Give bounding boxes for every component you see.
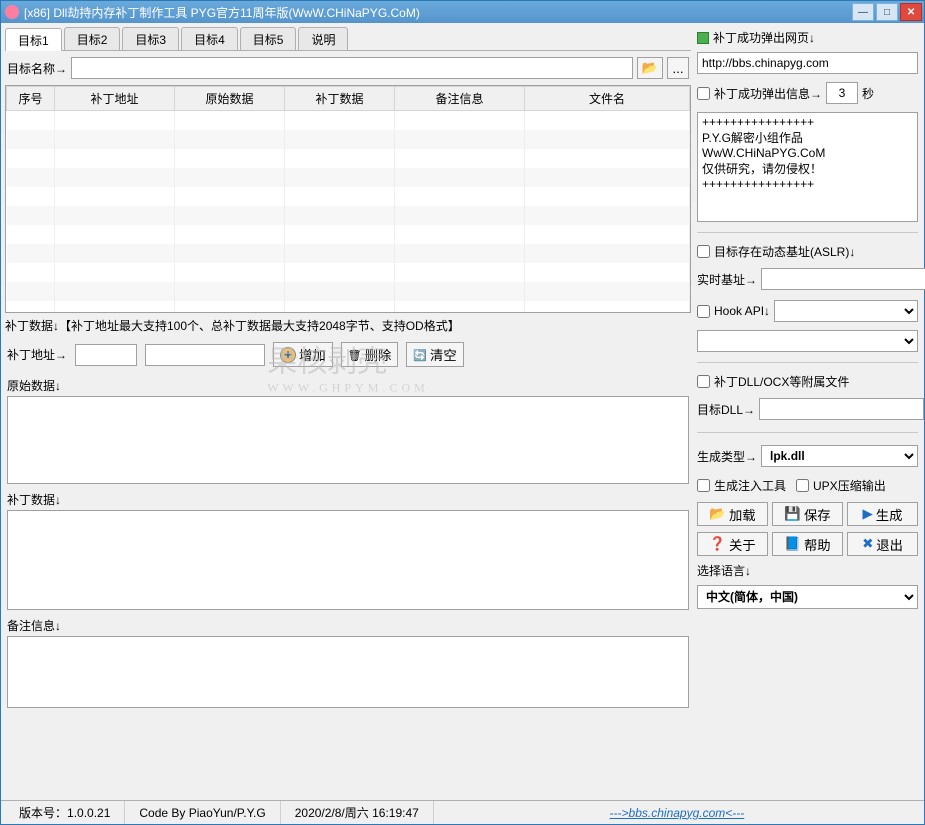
datetime: 2020/2/8/周六 16:19:47 [281, 801, 434, 824]
tab-target-5[interactable]: 目标5 [240, 27, 297, 50]
table-row[interactable] [7, 130, 690, 149]
realtime-base-input[interactable] [761, 268, 925, 290]
exit-button[interactable]: 退出 [847, 532, 918, 556]
popup-url-input[interactable] [697, 52, 918, 74]
original-data-label: 原始数据↓ [7, 377, 689, 394]
upx-label: UPX压缩输出 [813, 477, 886, 494]
table-row[interactable] [7, 149, 690, 168]
minimize-button[interactable]: — [852, 3, 874, 21]
patch-addr-input2[interactable] [145, 344, 265, 366]
target-name-input[interactable] [71, 57, 633, 79]
folder-icon [709, 506, 726, 522]
upx-checkbox[interactable] [796, 479, 809, 492]
tab-target-4[interactable]: 目标4 [181, 27, 238, 50]
close-button[interactable]: ✕ [900, 3, 922, 21]
col-remark[interactable]: 备注信息 [395, 87, 525, 111]
folder-icon [642, 60, 658, 76]
target-tabs: 目标1 目标2 目标3 目标4 目标5 说明 [5, 27, 691, 51]
popup-info-textarea[interactable]: ++++++++++++++++ P.Y.G解密小组作品 WwW.CHiNaPY… [697, 112, 918, 222]
patch-addr-label: 补丁地址→ [7, 346, 67, 363]
generate-button[interactable]: 生成 [847, 502, 918, 526]
plus-icon [280, 347, 296, 363]
browse-button[interactable] [637, 57, 663, 79]
seconds-suffix: 秒 [862, 85, 874, 102]
popup-web-label: 补丁成功弹出网页↓ [713, 29, 815, 46]
language-select[interactable]: 中文(简体，中国) [697, 585, 918, 609]
popup-info-checkbox[interactable] [697, 87, 710, 100]
table-row[interactable] [7, 111, 690, 130]
target-name-label: 目标名称→ [7, 60, 67, 77]
table-row[interactable] [7, 244, 690, 263]
clear-button[interactable]: 清空 [406, 342, 463, 367]
window-title: [x86] Dll劫持内存补丁制作工具 PYG官方11周年版(WwW.CHiNa… [24, 4, 852, 21]
patch-addr-input[interactable] [75, 344, 137, 366]
book-icon [784, 536, 801, 552]
dll-ocx-label: 补丁DLL/OCX等附属文件 [714, 373, 849, 390]
original-data-textarea[interactable] [7, 396, 689, 484]
popup-web-checkbox[interactable] [697, 32, 709, 44]
gen-inject-checkbox[interactable] [697, 479, 710, 492]
table-row[interactable] [7, 168, 690, 187]
footer-link[interactable]: --->bbs.chinapyg.com<--- [434, 806, 920, 820]
patch-grid[interactable]: 序号 补丁地址 原始数据 补丁数据 备注信息 文件名 [5, 85, 691, 313]
tab-readme[interactable]: 说明 [298, 27, 348, 50]
table-row[interactable] [7, 263, 690, 282]
aslr-label: 目标存在动态基址(ASLR)↓ [714, 243, 855, 260]
remark-label: 备注信息↓ [7, 617, 689, 634]
patch-data-textarea[interactable] [7, 510, 689, 610]
refresh-icon [413, 347, 427, 362]
table-row[interactable] [7, 187, 690, 206]
save-button[interactable]: 保存 [772, 502, 843, 526]
titlebar: [x86] Dll劫持内存补丁制作工具 PYG官方11周年版(WwW.CHiNa… [1, 1, 924, 23]
col-addr[interactable]: 补丁地址 [55, 87, 175, 111]
remark-textarea[interactable] [7, 636, 689, 708]
question-icon [709, 536, 726, 552]
x-icon [862, 536, 873, 552]
add-button[interactable]: 增加 [273, 342, 333, 367]
hook-api-select[interactable] [774, 300, 918, 322]
tab-target-3[interactable]: 目标3 [122, 27, 179, 50]
col-patch[interactable]: 补丁数据 [285, 87, 395, 111]
version-value: 1.0.0.21 [67, 806, 110, 820]
maximize-button[interactable]: □ [876, 3, 898, 21]
table-row[interactable] [7, 206, 690, 225]
hook-api-select2[interactable] [697, 330, 918, 352]
table-row[interactable] [7, 282, 690, 301]
col-filename[interactable]: 文件名 [525, 87, 690, 111]
code-by: Code By PiaoYun/P.Y.G [125, 801, 280, 824]
tab-target-1[interactable]: 目标1 [5, 28, 62, 51]
patch-data-label: 补丁数据↓ [7, 491, 689, 508]
trash-icon [348, 347, 362, 362]
hook-api-checkbox[interactable] [697, 305, 710, 318]
load-button[interactable]: 加载 [697, 502, 768, 526]
target-dll-label: 目标DLL→ [697, 401, 755, 418]
col-original[interactable]: 原始数据 [175, 87, 285, 111]
hook-api-label: Hook API↓ [714, 304, 770, 318]
gen-type-label: 生成类型→ [697, 448, 757, 465]
play-icon [863, 506, 873, 522]
target-dll-input[interactable] [759, 398, 924, 420]
dll-ocx-checkbox[interactable] [697, 375, 710, 388]
lang-label: 选择语言↓ [697, 562, 918, 579]
help-button[interactable]: 帮助 [772, 532, 843, 556]
statusbar: 版本号：1.0.0.21 Code By PiaoYun/P.Y.G 2020/… [1, 800, 924, 824]
delete-button[interactable]: 删除 [341, 342, 399, 367]
table-row[interactable] [7, 225, 690, 244]
save-icon [784, 506, 801, 522]
more-button[interactable]: ... [667, 57, 689, 79]
gen-type-select[interactable]: lpk.dll [761, 445, 918, 467]
aslr-checkbox[interactable] [697, 245, 710, 258]
seconds-input[interactable] [826, 82, 858, 104]
about-button[interactable]: 关于 [697, 532, 768, 556]
tab-target-2[interactable]: 目标2 [64, 27, 121, 50]
app-icon [5, 5, 19, 19]
popup-info-label: 补丁成功弹出信息→ [714, 85, 822, 102]
table-row[interactable] [7, 301, 690, 314]
gen-inject-label: 生成注入工具 [714, 477, 786, 494]
col-index[interactable]: 序号 [7, 87, 55, 111]
version-label: 版本号： [19, 804, 67, 821]
realtime-base-label: 实时基址→ [697, 271, 757, 288]
patch-data-hint: 补丁数据↓【补丁地址最大支持100个、总补丁数据最大支持2048字节、支持OD格… [5, 317, 689, 334]
